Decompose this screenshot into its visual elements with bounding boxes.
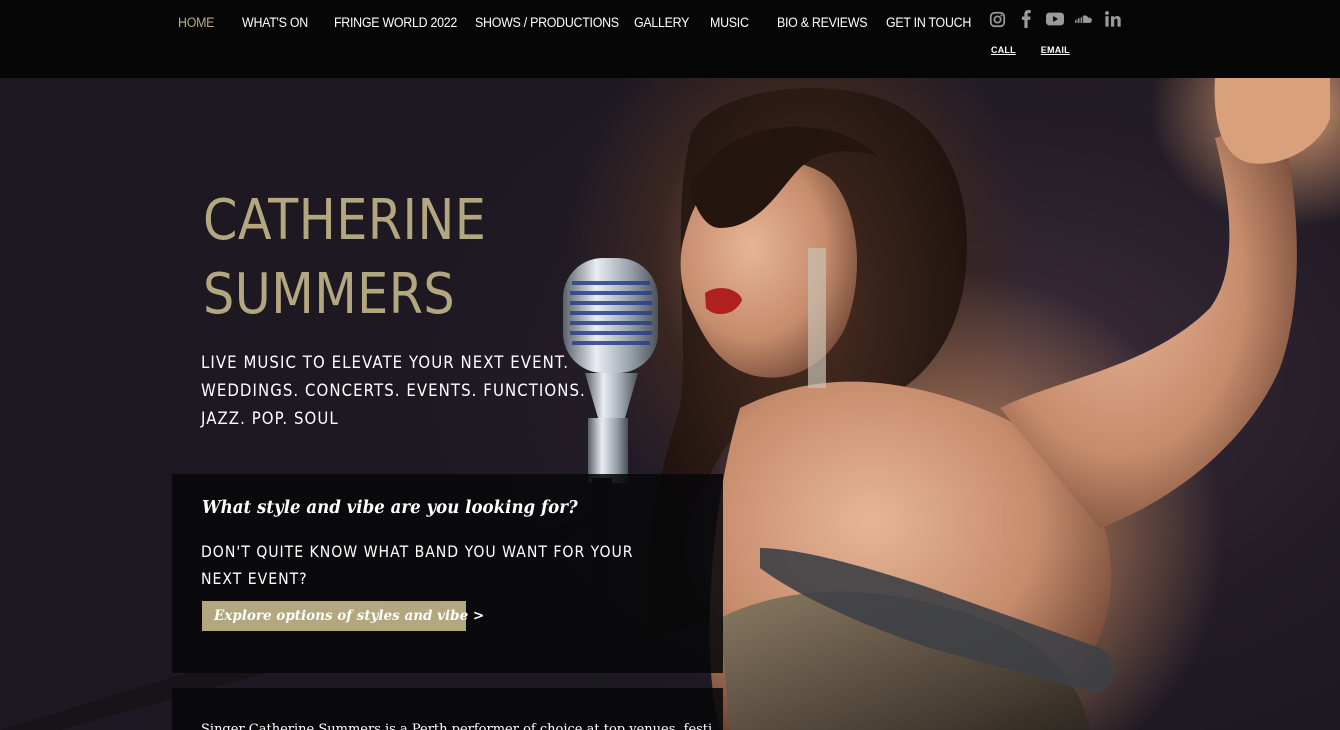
nav-item-home[interactable]: HOME <box>178 15 237 30</box>
hero-name-line1: CATHERINE <box>203 188 487 253</box>
nav-item-get-in-touch[interactable]: GET IN TOUCH <box>886 15 971 30</box>
contact-links: CALL EMAIL <box>991 45 1070 55</box>
nav-item-fringe-world-2022[interactable]: FRINGE WORLD 2022 <box>334 15 464 30</box>
social-links <box>988 9 1122 29</box>
explore-styles-button[interactable]: Explore options of styles and vibe > <box>202 601 484 631</box>
vibe-text: DON'T QUITE KNOW WHAT BAND YOU WANT FOR … <box>201 542 634 588</box>
style-vibe-panel: What style and vibe are you looking for?… <box>172 474 723 673</box>
page: CATHERINE SUMMERS LIVE MUSIC TO ELEVATE … <box>0 0 1340 730</box>
linkedin-icon[interactable] <box>1104 10 1122 28</box>
tagline-line3: JAZZ. POP. SOUL <box>201 409 339 429</box>
bio-panel: Singer Catherine Summers is a Perth perf… <box>172 688 723 730</box>
top-navigation-bar: HOME WHAT'S ON FRINGE WORLD 2022 SHOWS /… <box>0 0 1340 78</box>
main-nav: HOME WHAT'S ON FRINGE WORLD 2022 SHOWS /… <box>178 12 976 32</box>
nav-item-bio-reviews[interactable]: BIO & REVIEWS <box>777 15 877 30</box>
bio-text: Singer Catherine Summers is a Perth perf… <box>201 722 711 730</box>
youtube-icon[interactable] <box>1046 10 1064 28</box>
tagline-line1: LIVE MUSIC TO ELEVATE YOUR NEXT EVENT. <box>201 353 570 373</box>
nav-item-music[interactable]: MUSIC <box>710 15 772 30</box>
hero-name-line2: SUMMERS <box>203 262 456 327</box>
email-link[interactable]: EMAIL <box>1041 45 1070 55</box>
hero-section: CATHERINE SUMMERS LIVE MUSIC TO ELEVATE … <box>0 78 1340 730</box>
soundcloud-icon[interactable] <box>1075 10 1093 28</box>
facebook-icon[interactable] <box>1017 10 1035 28</box>
tagline-line2: WEDDINGS. CONCERTS. EVENTS. FUNCTIONS. <box>201 381 586 401</box>
hero-name: CATHERINE SUMMERS <box>203 184 486 332</box>
nav-item-whats-on[interactable]: WHAT'S ON <box>242 15 327 30</box>
vibe-title: What style and vibe are you looking for? <box>202 498 578 518</box>
nav-item-gallery[interactable]: GALLERY <box>634 15 704 30</box>
call-link[interactable]: CALL <box>991 45 1016 55</box>
instagram-icon[interactable] <box>988 10 1006 28</box>
nav-item-shows-productions[interactable]: SHOWS / PRODUCTIONS <box>475 15 621 30</box>
hero-tagline: LIVE MUSIC TO ELEVATE YOUR NEXT EVENT. W… <box>201 349 586 433</box>
